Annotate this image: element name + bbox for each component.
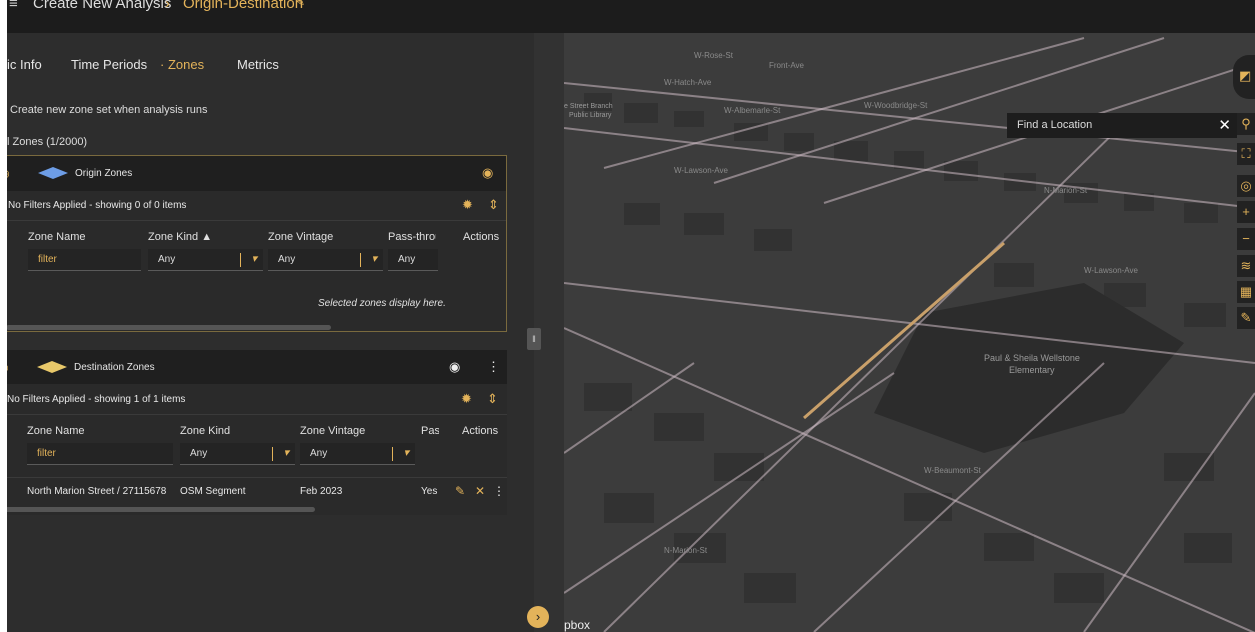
- breadcrumb: ≡ Create New Analysis › Origin-Destinati…: [7, 0, 1255, 33]
- destination-diamond-icon: [37, 361, 67, 373]
- more-vertical-icon[interactable]: ⋮: [493, 484, 505, 498]
- settings-gear-icon[interactable]: ✹: [462, 197, 473, 213]
- svg-text:W-Rose-St: W-Rose-St: [694, 51, 734, 60]
- edit-icon[interactable]: ✎: [455, 484, 465, 498]
- destination-zone-vintage-select[interactable]: Any ▾: [300, 443, 415, 465]
- breadcrumb-current: Origin-Destination: [183, 0, 304, 12]
- eye-icon[interactable]: ◉: [449, 359, 460, 375]
- origin-col-pass-through[interactable]: Pass-throu: [388, 231, 436, 243]
- row-zone-name: North Marion Street / 27115678: [27, 486, 167, 497]
- search-icon[interactable]: ⚲: [1237, 113, 1255, 135]
- sort-icon[interactable]: ⇕: [488, 197, 499, 213]
- svg-text:W-Woodbridge-St: W-Woodbridge-St: [864, 101, 928, 110]
- row-pass-through: Yes: [421, 486, 438, 497]
- origin-zone-name-filter[interactable]: filter: [28, 249, 141, 271]
- basemap-toggle[interactable]: ◩: [1233, 55, 1255, 99]
- row-zone-vintage: Feb 2023: [300, 486, 343, 497]
- collapse-panel-button[interactable]: ›: [527, 606, 549, 628]
- destination-horizontal-scrollbar[interactable]: [7, 507, 315, 512]
- map-view[interactable]: Front-Ave W-Hatch-Ave W-Albemarle-St W-W…: [564, 33, 1255, 632]
- zoom-out-icon[interactable]: −: [1237, 228, 1255, 250]
- destination-zone-name-filter[interactable]: filter: [27, 443, 173, 465]
- svg-text:N-Marion-St: N-Marion-St: [1044, 186, 1088, 195]
- breadcrumb-root[interactable]: Create New Analysis: [33, 0, 171, 12]
- zones-count-label: l Zones (1/2000): [7, 136, 88, 148]
- school-label-line2: Elementary: [1009, 365, 1055, 375]
- origin-zones-title: Origin Zones: [75, 168, 133, 179]
- layers-map-icon: ◩: [1239, 68, 1252, 83]
- chevron-down-icon: ▾: [371, 253, 377, 265]
- origin-zones-header: ◉ Origin Zones ◉: [7, 156, 506, 191]
- layers-icon[interactable]: ≋: [1237, 255, 1255, 277]
- locate-icon[interactable]: ◎: [1237, 175, 1255, 197]
- destination-filter-summary-row: No Filters Applied - showing 1 of 1 item…: [7, 385, 507, 415]
- origin-horizontal-scrollbar[interactable]: [7, 325, 331, 330]
- svg-text:Front-Ave: Front-Ave: [769, 61, 805, 70]
- origin-zones-panel: ◉ Origin Zones ◉ No Filters Applied - sh…: [7, 155, 507, 332]
- zoom-in-icon[interactable]: +: [1237, 201, 1255, 223]
- tab-time-periods[interactable]: Time Periods: [71, 57, 147, 72]
- destination-col-zone-vintage[interactable]: Zone Vintage: [300, 425, 365, 437]
- resize-handle-icon[interactable]: ‖: [527, 328, 541, 350]
- more-vertical-icon[interactable]: ⋮: [487, 359, 500, 375]
- menu-icon[interactable]: ≡: [9, 0, 18, 12]
- origin-empty-message: Selected zones display here.: [318, 298, 446, 309]
- chevron-down-icon: ▾: [403, 447, 409, 459]
- svg-text:W-Lawson-Ave: W-Lawson-Ave: [674, 166, 729, 175]
- destination-zones-panel: ◉ Destination Zones ◉ ⋮ No Filters Appli…: [7, 350, 507, 515]
- tab-metrics[interactable]: Metrics: [237, 57, 279, 72]
- origin-zone-kind-select[interactable]: Any ▾: [148, 249, 263, 271]
- close-icon[interactable]: ✕: [475, 484, 485, 498]
- close-search-icon[interactable]: ✕: [1218, 116, 1231, 134]
- origin-col-zone-kind[interactable]: Zone Kind ▲: [148, 231, 212, 243]
- breadcrumb-separator-icon: ›: [165, 0, 170, 12]
- chevron-down-icon: ▾: [251, 253, 257, 265]
- chevron-down-icon: ▾: [283, 447, 289, 459]
- svg-text:W-Albemarle-St: W-Albemarle-St: [724, 106, 781, 115]
- tab-zones[interactable]: · Zones: [160, 57, 204, 72]
- library-label: e Street Branch: [564, 103, 613, 110]
- edit-name-icon[interactable]: ✎: [295, 0, 305, 9]
- origin-col-actions: Actions: [463, 231, 500, 243]
- svg-text:W-Beaumont-St: W-Beaumont-St: [924, 466, 982, 475]
- origin-zone-vintage-select[interactable]: Any ▾: [268, 249, 383, 271]
- origin-col-zone-vintage[interactable]: Zone Vintage: [268, 231, 333, 243]
- origin-col-zone-name[interactable]: Zone Name: [28, 231, 85, 243]
- origin-diamond-icon: [38, 167, 68, 179]
- map-attribution[interactable]: pbox: [564, 618, 590, 632]
- analysis-panel: ic Info Time Periods · Zones Metrics Cre…: [7, 33, 534, 632]
- destination-col-zone-kind[interactable]: Zone Kind: [180, 425, 230, 437]
- eye-icon[interactable]: ◉: [482, 165, 493, 181]
- create-zone-set-checkbox[interactable]: Create new zone set when analysis runs: [10, 104, 208, 116]
- table-row[interactable]: North Marion Street / 27115678 OSM Segme…: [7, 477, 507, 505]
- find-location-placeholder: Find a Location: [1017, 119, 1093, 131]
- sort-icon[interactable]: ⇕: [487, 391, 498, 407]
- svg-text:W-Lawson-Ave: W-Lawson-Ave: [1084, 266, 1139, 275]
- destination-col-zone-name[interactable]: Zone Name: [27, 425, 84, 437]
- fullscreen-icon[interactable]: ⛶: [1237, 143, 1255, 165]
- destination-col-actions: Actions: [462, 425, 499, 437]
- draw-icon[interactable]: ✎: [1237, 307, 1255, 329]
- origin-pass-through-select[interactable]: Any: [388, 249, 438, 271]
- library-label-line2: Public Library: [569, 112, 612, 119]
- svg-text:W-Hatch-Ave: W-Hatch-Ave: [664, 78, 712, 87]
- collapse-destination-icon[interactable]: ◉: [7, 361, 9, 374]
- destination-zones-title: Destination Zones: [74, 362, 155, 373]
- origin-filter-summary-row: No Filters Applied - showing 0 of 0 item…: [7, 191, 506, 221]
- origin-filter-summary: No Filters Applied - showing 0 of 0 item…: [8, 200, 187, 211]
- destination-filter-summary: No Filters Applied - showing 1 of 1 item…: [7, 394, 186, 405]
- find-location-input[interactable]: Find a Location ✕: [1007, 113, 1237, 138]
- destination-zones-header: ◉ Destination Zones ◉ ⋮: [7, 350, 507, 384]
- buildings-icon[interactable]: ▦: [1237, 281, 1255, 303]
- settings-gear-icon[interactable]: ✹: [461, 391, 472, 407]
- school-label: Paul & Sheila Wellstone: [984, 353, 1080, 363]
- collapse-origin-icon[interactable]: ◉: [7, 167, 10, 180]
- destination-zone-kind-select[interactable]: Any ▾: [180, 443, 295, 465]
- tab-basic-info[interactable]: ic Info: [7, 57, 42, 72]
- app-window: ≡ Create New Analysis › Origin-Destinati…: [7, 0, 1255, 632]
- destination-col-pass-through[interactable]: Pas: [421, 425, 439, 437]
- row-zone-kind: OSM Segment: [180, 486, 246, 497]
- panel-divider[interactable]: ‖ ›: [527, 33, 564, 632]
- svg-text:N-Marion-St: N-Marion-St: [664, 546, 708, 555]
